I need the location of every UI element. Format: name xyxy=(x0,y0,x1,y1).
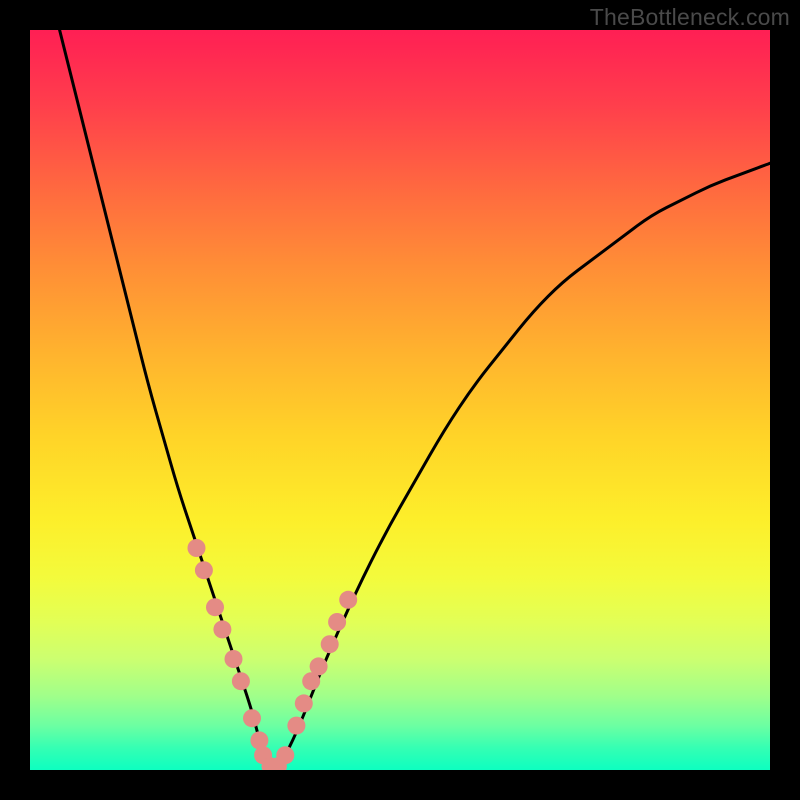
highlight-dot xyxy=(321,635,339,653)
highlight-dot xyxy=(213,620,231,638)
bottleneck-curve xyxy=(60,30,770,768)
chart-svg xyxy=(30,30,770,770)
highlight-dot xyxy=(195,561,213,579)
highlight-dot xyxy=(225,650,243,668)
highlight-dot xyxy=(295,694,313,712)
watermark-label: TheBottleneck.com xyxy=(590,4,790,31)
highlight-dot xyxy=(328,613,346,631)
highlight-markers xyxy=(188,539,358,770)
highlight-dot xyxy=(232,672,250,690)
highlight-dot xyxy=(339,591,357,609)
highlight-dot xyxy=(276,746,294,764)
highlight-dot xyxy=(188,539,206,557)
plot-area xyxy=(30,30,770,770)
highlight-dot xyxy=(206,598,224,616)
highlight-dot xyxy=(310,657,328,675)
highlight-dot xyxy=(287,717,305,735)
chart-frame: TheBottleneck.com xyxy=(0,0,800,800)
highlight-dot xyxy=(243,709,261,727)
